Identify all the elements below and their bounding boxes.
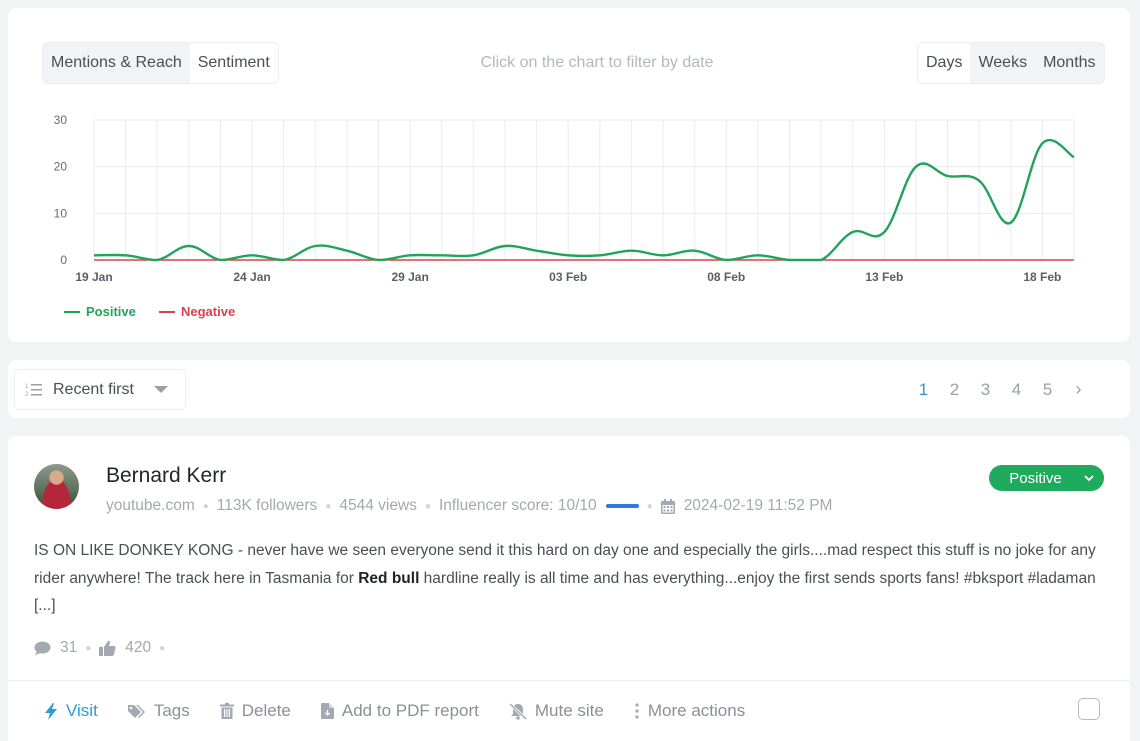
sentiment-chart-panel: Mentions & Reach Sentiment Click on the … (8, 8, 1130, 342)
page-3[interactable]: 3 (970, 380, 1001, 400)
delete-label: Delete (241, 701, 291, 720)
x-tick-label: 13 Feb (865, 270, 903, 284)
mention-meta: youtube.com ● 113K followers ● 4544 view… (106, 497, 832, 515)
select-mention-checkbox[interactable] (1078, 698, 1100, 720)
y-tick-label: 10 (54, 206, 68, 220)
source-domain[interactable]: youtube.com (106, 497, 195, 515)
sort-select-value: Recent first (53, 380, 134, 398)
x-tick-label: 18 Feb (1023, 270, 1061, 284)
influencer-score-bar (605, 504, 639, 508)
sentiment-line-chart[interactable]: 0 10 20 30 19 Jan 24 Jan 29 Jan 03 Feb 08 Feb 13… (8, 8, 1130, 342)
x-tick-label: 24 Jan (233, 270, 270, 284)
mention-keyword-highlight: Red bull (358, 569, 420, 587)
influencer-score: Influencer score: 10/10 (438, 497, 597, 514)
mute-site-label: Mute site (534, 701, 604, 720)
chart-series (93, 139, 1075, 262)
x-tick-label: 29 Jan (391, 270, 428, 284)
separator-dot: ● (325, 500, 332, 512)
comment-icon (34, 641, 51, 655)
tags-button[interactable]: Tags (127, 701, 190, 721)
x-axis: 19 Jan 24 Jan 29 Jan 03 Feb 08 Feb 13 Feb 18 F… (75, 270, 1061, 284)
mention-content: IS ON LIKE DONKEY KONG - never have we s… (34, 537, 1109, 620)
page-5[interactable]: 5 (1032, 380, 1063, 400)
x-tick-label: 03 Feb (549, 270, 587, 284)
pagination: 1 2 3 4 5 › (908, 379, 1094, 400)
x-tick-label: 08 Feb (707, 270, 745, 284)
separator-dot: ● (424, 500, 431, 512)
y-tick-label: 20 (54, 160, 68, 174)
legend-negative-label: Negative (181, 304, 236, 319)
mute-site-button[interactable]: Mute site (508, 701, 604, 721)
sentiment-value: Positive (1009, 469, 1062, 487)
legend-positive-label: Positive (86, 304, 136, 319)
page-4[interactable]: 4 (1001, 380, 1032, 400)
mention-card: Bernard Kerr youtube.com ● 113K follower… (8, 436, 1130, 741)
tags-icon (127, 704, 145, 718)
caret-down-icon (153, 386, 168, 393)
page-2[interactable]: 2 (939, 380, 970, 400)
visit-button[interactable]: Visit (44, 701, 98, 721)
pdf-file-icon (320, 703, 334, 719)
view-count: 4544 views (339, 497, 417, 514)
visit-label: Visit (66, 701, 98, 720)
legend-negative-swatch (159, 310, 175, 313)
delete-button[interactable]: Delete (219, 701, 291, 721)
svg-text:1: 1 (25, 384, 29, 390)
calendar-icon (660, 498, 675, 514)
separator-dot: ● (646, 500, 653, 512)
more-actions-label: More actions (647, 701, 746, 720)
vertical-ellipsis-icon (635, 703, 639, 719)
bolt-icon (45, 702, 57, 720)
add-to-pdf-button[interactable]: Add to PDF report (320, 701, 479, 721)
separator-dot: ● (202, 500, 209, 512)
sort-list-icon: 1 2 (25, 383, 42, 398)
comment-count: 31 (60, 639, 78, 656)
y-tick-label: 0 (60, 253, 67, 267)
sentiment-dropdown[interactable]: Positive (989, 465, 1104, 491)
separator-dot: ● (85, 642, 92, 654)
mention-actions: Visit Tags Delete Add to PDF report Mute… (8, 680, 1130, 741)
series-line-positive (93, 139, 1075, 262)
x-tick-label: 19 Jan (75, 270, 112, 284)
legend-positive-swatch (64, 310, 80, 313)
svg-text:2: 2 (25, 392, 29, 398)
legend-negative[interactable]: Negative (159, 304, 235, 319)
chart-grid (93, 119, 1075, 261)
separator-dot: ● (159, 642, 166, 654)
y-tick-label: 30 (54, 113, 68, 127)
thumbs-up-icon (99, 640, 116, 656)
tags-label: Tags (153, 701, 190, 720)
chevron-down-icon (1084, 474, 1094, 481)
bell-slash-icon (508, 702, 527, 720)
trash-icon (219, 703, 234, 719)
y-axis: 0 10 20 30 (54, 113, 68, 267)
author-avatar[interactable] (34, 464, 79, 509)
sort-select[interactable]: 1 2 Recent first (14, 369, 186, 410)
page-1[interactable]: 1 (908, 380, 939, 400)
more-actions-button[interactable]: More actions (634, 701, 745, 721)
next-page-button[interactable]: › (1063, 379, 1094, 400)
author-name[interactable]: Bernard Kerr (106, 464, 226, 488)
legend-positive[interactable]: Positive (64, 304, 136, 319)
results-toolbar: 1 2 Recent first 1 2 3 4 5 › (8, 360, 1130, 418)
like-count: 420 (125, 639, 152, 656)
follower-count: 113K followers (216, 497, 318, 514)
add-to-pdf-label: Add to PDF report (341, 701, 479, 720)
engagement-stats: 31 ● 420 ● (34, 639, 173, 657)
mention-date: 2024-02-19 11:52 PM (683, 497, 833, 514)
